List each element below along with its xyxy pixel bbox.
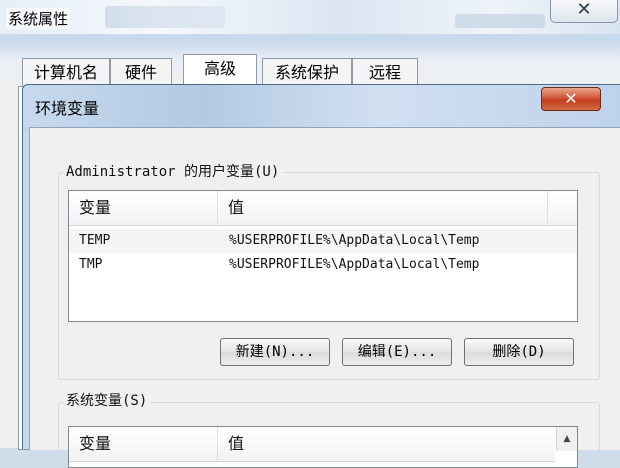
user-variables-list[interactable]: 变量 值 TEMP %USERPROFILE%\AppData\Local\Te… <box>68 190 578 322</box>
column-header-variable[interactable]: 变量 <box>69 191 217 225</box>
variable-name: TEMP <box>79 233 111 248</box>
blurred-background-text <box>105 6 225 28</box>
column-header-value[interactable]: 值 <box>217 427 548 461</box>
scrollbar-up-arrow[interactable]: ▲ <box>556 427 577 451</box>
dialog-title-bar[interactable]: 环境变量 ✕ <box>23 85 620 127</box>
column-header-value[interactable]: 值 <box>217 191 548 225</box>
tab-label: 远程 <box>368 63 401 82</box>
dialog-close-button[interactable]: ✕ <box>541 87 601 111</box>
edit-user-variable-button[interactable]: 编辑(E)... <box>342 338 452 366</box>
tab-remote[interactable]: 远程 <box>352 58 418 87</box>
column-header-variable[interactable]: 变量 <box>69 427 217 461</box>
tab-label: 高级 <box>203 59 236 78</box>
delete-user-variable-button[interactable]: 删除(D) <box>464 338 574 366</box>
variable-value: %USERPROFILE%\AppData\Local\Temp <box>229 257 480 272</box>
table-row[interactable]: TEMP %USERPROFILE%\AppData\Local\Temp <box>69 229 577 253</box>
new-user-variable-button[interactable]: 新建(N)... <box>220 338 330 366</box>
environment-variables-dialog: 环境变量 ✕ Administrator 的用户变量(U) 变量 值 TEMP … <box>22 84 620 468</box>
tab-system-protection[interactable]: 系统保护 <box>262 58 352 87</box>
variable-value: %USERPROFILE%\AppData\Local\Temp <box>229 233 480 248</box>
table-row[interactable]: TMP %USERPROFILE%\AppData\Local\Temp <box>69 253 577 277</box>
outer-title-bar[interactable]: 系统属性 <box>0 0 620 34</box>
tab-label: 系统保护 <box>274 63 339 82</box>
user-variables-label: Administrator 的用户变量(U) <box>63 161 283 181</box>
close-icon: ✕ <box>564 89 578 108</box>
tab-label: 硬件 <box>124 63 157 82</box>
dialog-title: 环境变量 <box>35 99 100 118</box>
list-header: 变量 值 <box>69 191 577 226</box>
tab-computer-name[interactable]: 计算机名 <box>22 58 110 87</box>
chevron-up-icon: ▲ <box>563 434 571 444</box>
system-variables-label: 系统变量(S) <box>63 390 151 410</box>
list-header: 变量 值 <box>69 427 555 462</box>
blurred-background-text <box>455 14 545 28</box>
tab-label: 计算机名 <box>33 63 98 82</box>
tab-hardware[interactable]: 硬件 <box>110 58 172 87</box>
outer-close-button[interactable]: ✕ <box>550 0 618 23</box>
system-variables-list[interactable]: 变量 值 ▲ <box>68 426 578 468</box>
dialog-body: Administrator 的用户变量(U) 变量 值 TEMP %USERPR… <box>29 127 620 468</box>
outer-window-title: 系统属性 <box>6 8 71 29</box>
column-header-filler <box>547 191 567 225</box>
close-icon: ✕ <box>576 0 592 20</box>
variable-name: TMP <box>79 257 103 272</box>
